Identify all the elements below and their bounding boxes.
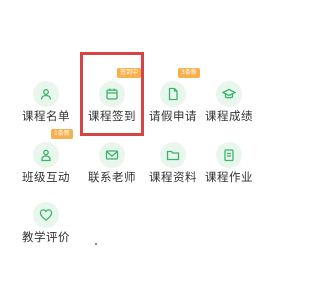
person-icon (33, 142, 59, 168)
status-badge: 1条新 (51, 129, 73, 139)
tile-label: 课程成绩 (205, 109, 253, 123)
tile-teaching-evaluation[interactable]: 教学评价 (15, 198, 77, 268)
mail-icon (99, 142, 125, 168)
tile-course-homework[interactable]: 课程作业 (198, 138, 260, 208)
tile-label: 联系老师 (88, 170, 136, 184)
tile-label: 教学评价 (22, 230, 70, 244)
document-icon (160, 81, 186, 107)
tile-course-materials[interactable]: 课程资料 (142, 138, 204, 208)
decorative-dot (95, 243, 97, 245)
heart-icon (33, 202, 59, 228)
person-list-icon (33, 81, 59, 107)
tile-label: 课程资料 (149, 170, 197, 184)
graduation-cap-icon (216, 81, 242, 107)
calendar-icon (99, 81, 125, 107)
clipboard-icon (216, 142, 242, 168)
course-function-grid: 课程名单 签到中 课程签到 3条新 请假申请 课程成绩 1条新 班级互动 联系老… (0, 0, 270, 291)
status-badge: 3条新 (178, 68, 200, 78)
tile-contact-teacher[interactable]: 联系老师 (81, 138, 143, 208)
tile-label: 请假申请 (149, 109, 197, 123)
folder-icon (160, 142, 186, 168)
tile-label: 课程名单 (22, 109, 70, 123)
tile-label: 课程作业 (205, 170, 253, 184)
tile-label: 课程签到 (88, 109, 136, 123)
tile-label: 班级互动 (22, 170, 70, 184)
tile-leave-request[interactable]: 3条新 请假申请 (142, 68, 204, 147)
tile-course-grades[interactable]: 课程成绩 (198, 77, 260, 147)
status-badge: 签到中 (117, 68, 142, 78)
tile-course-checkin[interactable]: 签到中 课程签到 (81, 68, 143, 147)
